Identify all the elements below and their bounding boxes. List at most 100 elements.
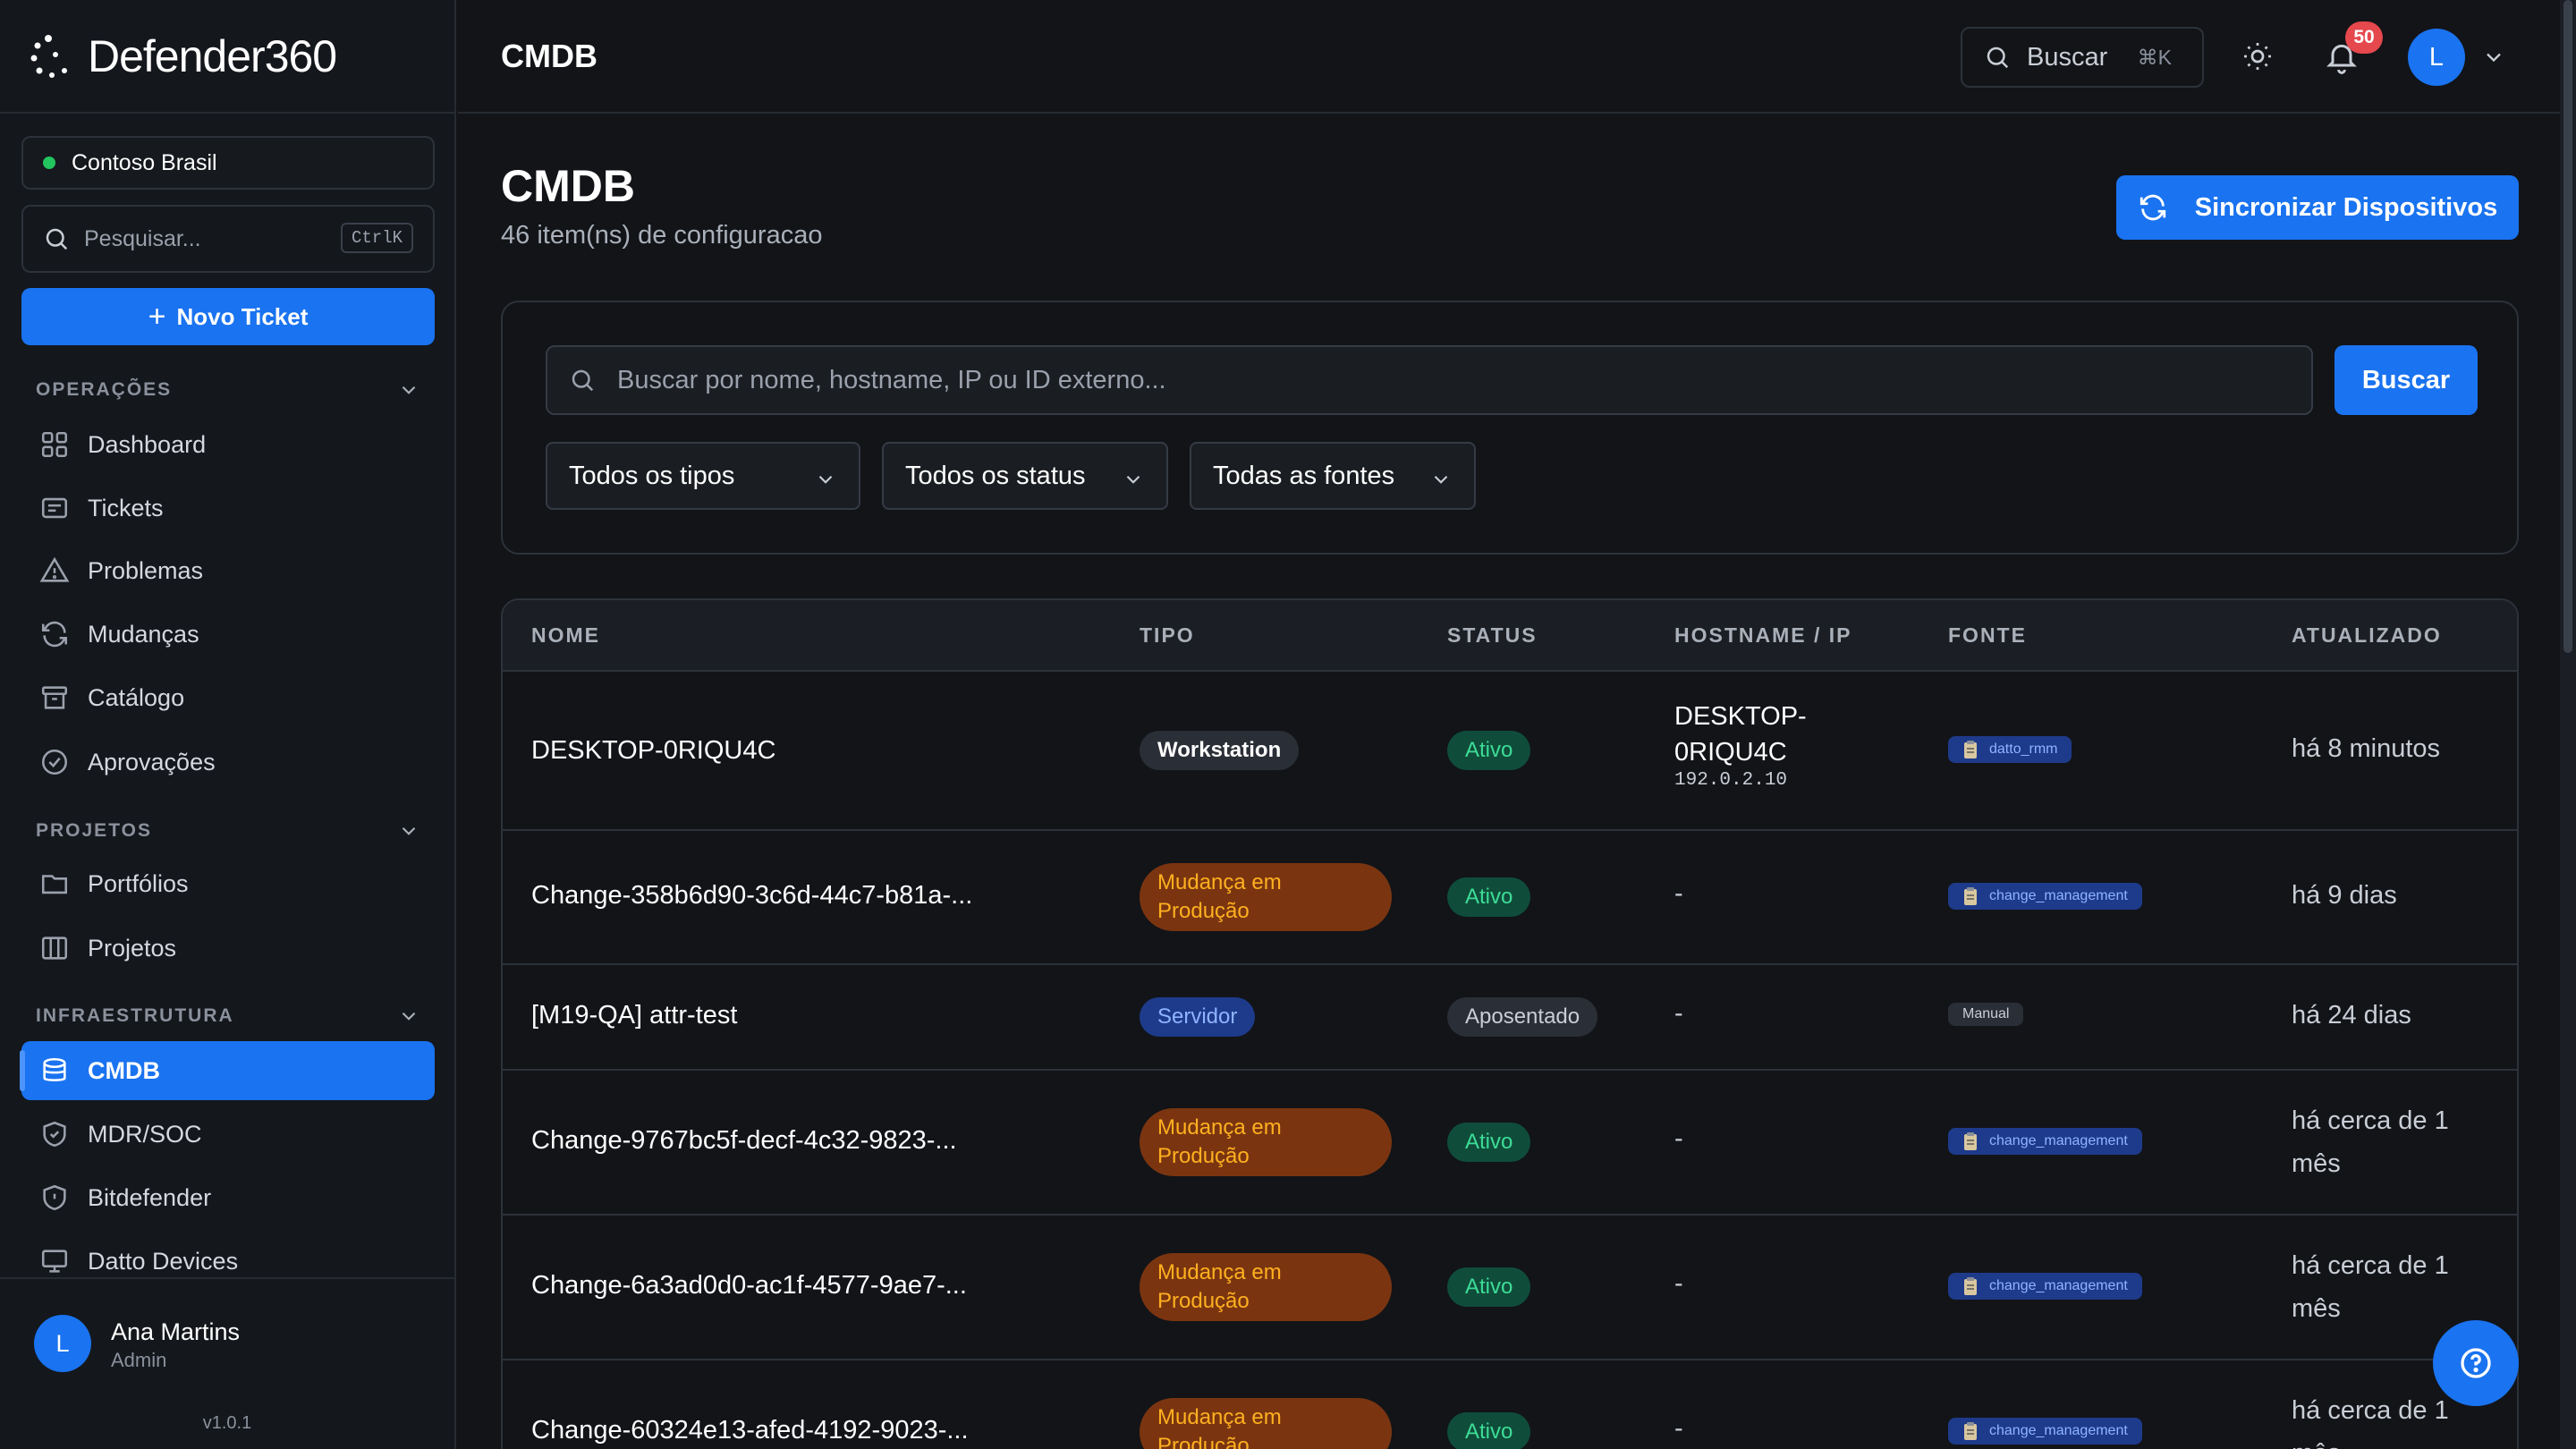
sidebar-search-input[interactable]: Pesquisar... CtrlK — [21, 205, 435, 273]
global-search-button[interactable]: Buscar ⌘K — [1961, 27, 2204, 88]
sidebar-search-placeholder: Pesquisar... — [84, 225, 201, 251]
clipboard-icon — [1964, 1132, 1977, 1150]
hostname-cell: - — [1674, 1269, 1683, 1298]
sidebar-item-projetos[interactable]: Projetos — [21, 919, 435, 978]
status-filter-value: Todos os status — [905, 461, 1086, 490]
avatar[interactable]: L — [34, 1315, 91, 1372]
sidebar-user-panel[interactable]: L Ana Martins Admin v1.0.1 — [0, 1277, 454, 1449]
source-label: datto_rmm — [1989, 741, 2058, 757]
table-row[interactable]: Change-6a3ad0d0-ac1f-4577-9ae7-... Mudan… — [503, 1216, 2517, 1360]
chevron-down-icon[interactable] — [2481, 45, 2506, 70]
user-role: Admin — [111, 1349, 167, 1371]
hostname-cell: DESKTOP- 0RIQU4C 192.0.2.10 — [1674, 699, 1807, 791]
source-label: change_management — [1989, 888, 2128, 903]
sidebar-item-label: Datto Devices — [88, 1247, 239, 1275]
source-badge: change_management — [1948, 1418, 2142, 1445]
source-badge: change_management — [1948, 1273, 2142, 1300]
logo-icon — [30, 34, 67, 78]
row-name[interactable]: Change-60324e13-afed-4192-9023-... — [531, 1416, 969, 1445]
source-badge: change_management — [1948, 1128, 2142, 1155]
hostname-line: 0RIQU4C — [1674, 738, 1787, 767]
sidebar-item-problemas[interactable]: Problemas — [21, 541, 435, 600]
source-filter-select[interactable]: Todas as fontes — [1190, 442, 1476, 510]
table-row[interactable]: Change-9767bc5f-decf-4c32-9823-... Mudan… — [503, 1071, 2517, 1216]
sidebar-item-aprovacoes[interactable]: Aprovações — [21, 733, 435, 792]
updated-at: há 8 minutos — [2292, 734, 2441, 763]
sidebar-item-label: Aprovações — [88, 748, 216, 775]
sidebar-item-label: MDR/SOC — [88, 1120, 202, 1148]
row-name[interactable]: DESKTOP-0RIQU4C — [531, 736, 775, 766]
status-badge: Ativo — [1447, 731, 1531, 770]
row-name[interactable]: Change-6a3ad0d0-ac1f-4577-9ae7-... — [531, 1271, 967, 1301]
status-filter-select[interactable]: Todos os status — [882, 442, 1168, 510]
sync-devices-button[interactable]: Sincronizar Dispositivos — [2116, 175, 2519, 240]
updated-at: há 9 dias — [2292, 881, 2397, 910]
sidebar-item-portfolios[interactable]: Portfólios — [21, 854, 435, 913]
clipboard-icon — [1964, 887, 1977, 905]
shortcut-hint: ⌘K — [2137, 45, 2172, 69]
sidebar-item-tickets[interactable]: Tickets — [21, 479, 435, 538]
row-name[interactable]: [M19-QA] attr-test — [531, 1001, 737, 1030]
sidebar-item-label: Tickets — [88, 494, 164, 521]
chevron-down-icon — [818, 475, 833, 484]
hostname-line: DESKTOP- — [1674, 702, 1807, 731]
section-operacoes[interactable]: OPERAÇÕES — [36, 377, 420, 403]
sidebar-item-catalogo[interactable]: Catálogo — [21, 668, 435, 727]
sun-icon[interactable] — [2241, 40, 2274, 72]
search-button[interactable]: Buscar — [2334, 345, 2478, 415]
table-row[interactable]: DESKTOP-0RIQU4C Workstation Ativo DESKTO… — [503, 672, 2517, 831]
user-avatar[interactable]: L — [2408, 29, 2465, 86]
global-search-label: Buscar — [2027, 42, 2108, 72]
sidebar-item-dashboard[interactable]: Dashboard — [21, 415, 435, 474]
table-row[interactable]: Change-60324e13-afed-4192-9023-... Mudan… — [503, 1360, 2517, 1449]
hostname-cell: - — [1674, 879, 1683, 908]
help-button[interactable] — [2433, 1320, 2519, 1406]
section-projetos[interactable]: PROJETOS — [36, 818, 420, 844]
row-name[interactable]: Change-358b6d90-3c6d-44c7-b81a-... — [531, 881, 972, 911]
type-filter-value: Todos os tipos — [569, 461, 735, 490]
sidebar-item-label: Catálogo — [88, 683, 185, 711]
table-row[interactable]: Change-358b6d90-3c6d-44c7-b81a-... Mudan… — [503, 831, 2517, 965]
sidebar-item-bitdefender[interactable]: Bitdefender — [21, 1168, 435, 1227]
notification-count-badge: 50 — [2345, 21, 2383, 54]
check-circle-icon — [41, 749, 68, 775]
ip-address: 192.0.2.10 — [1674, 770, 1788, 791]
archive-icon — [41, 686, 68, 709]
column-header[interactable]: ATUALIZADO — [2292, 623, 2442, 648]
column-header[interactable]: TIPO — [1140, 623, 1195, 648]
org-selector[interactable]: Contoso Brasil — [21, 136, 435, 190]
table-row[interactable]: [M19-QA] attr-test Servidor Aposentado -… — [503, 965, 2517, 1071]
cmdb-search-input[interactable]: Buscar por nome, hostname, IP ou ID exte… — [546, 345, 2313, 415]
chevron-down-icon — [402, 1012, 416, 1021]
section-infraestrutura[interactable]: INFRAESTRUTURA — [36, 1003, 420, 1030]
scrollbar[interactable] — [2560, 0, 2576, 1449]
page-title: CMDB — [501, 161, 635, 211]
columns-icon — [41, 936, 68, 960]
hostname-cell: - — [1674, 1414, 1683, 1443]
hostname-cell: - — [1674, 999, 1683, 1028]
topbar-title: CMDB — [501, 37, 597, 74]
row-name[interactable]: Change-9767bc5f-decf-4c32-9823-... — [531, 1126, 957, 1156]
type-filter-select[interactable]: Todos os tipos — [546, 442, 860, 510]
sidebar-item-mdr-soc[interactable]: MDR/SOC — [21, 1105, 435, 1164]
sidebar-item-mudancas[interactable]: Mudanças — [21, 605, 435, 664]
source-label: change_management — [1989, 1278, 2128, 1293]
type-badge: Mudança em Produção — [1140, 1108, 1392, 1176]
column-header[interactable]: NOME — [531, 623, 600, 648]
source-badge: datto_rmm — [1948, 736, 2072, 763]
type-badge: Mudança em Produção — [1140, 863, 1392, 931]
sidebar-header: Defender360 — [0, 0, 454, 114]
column-header[interactable]: STATUS — [1447, 623, 1538, 648]
chevron-down-icon — [1434, 475, 1448, 484]
new-ticket-button[interactable]: + Novo Ticket — [21, 288, 435, 345]
sidebar-item-cmdb[interactable]: CMDB — [20, 1041, 435, 1100]
scrollbar-thumb[interactable] — [2563, 0, 2572, 653]
sidebar-item-label: Bitdefender — [88, 1183, 212, 1211]
updated-at: há 24 dias — [2292, 1001, 2411, 1030]
column-header[interactable]: HOSTNAME / IP — [1674, 623, 1852, 648]
search-icon — [572, 369, 594, 392]
shortcut-hint: CtrlK — [340, 223, 413, 253]
sidebar-item-label: Mudanças — [88, 620, 199, 648]
grid-icon — [41, 431, 68, 458]
column-header[interactable]: FONTE — [1948, 623, 2027, 648]
